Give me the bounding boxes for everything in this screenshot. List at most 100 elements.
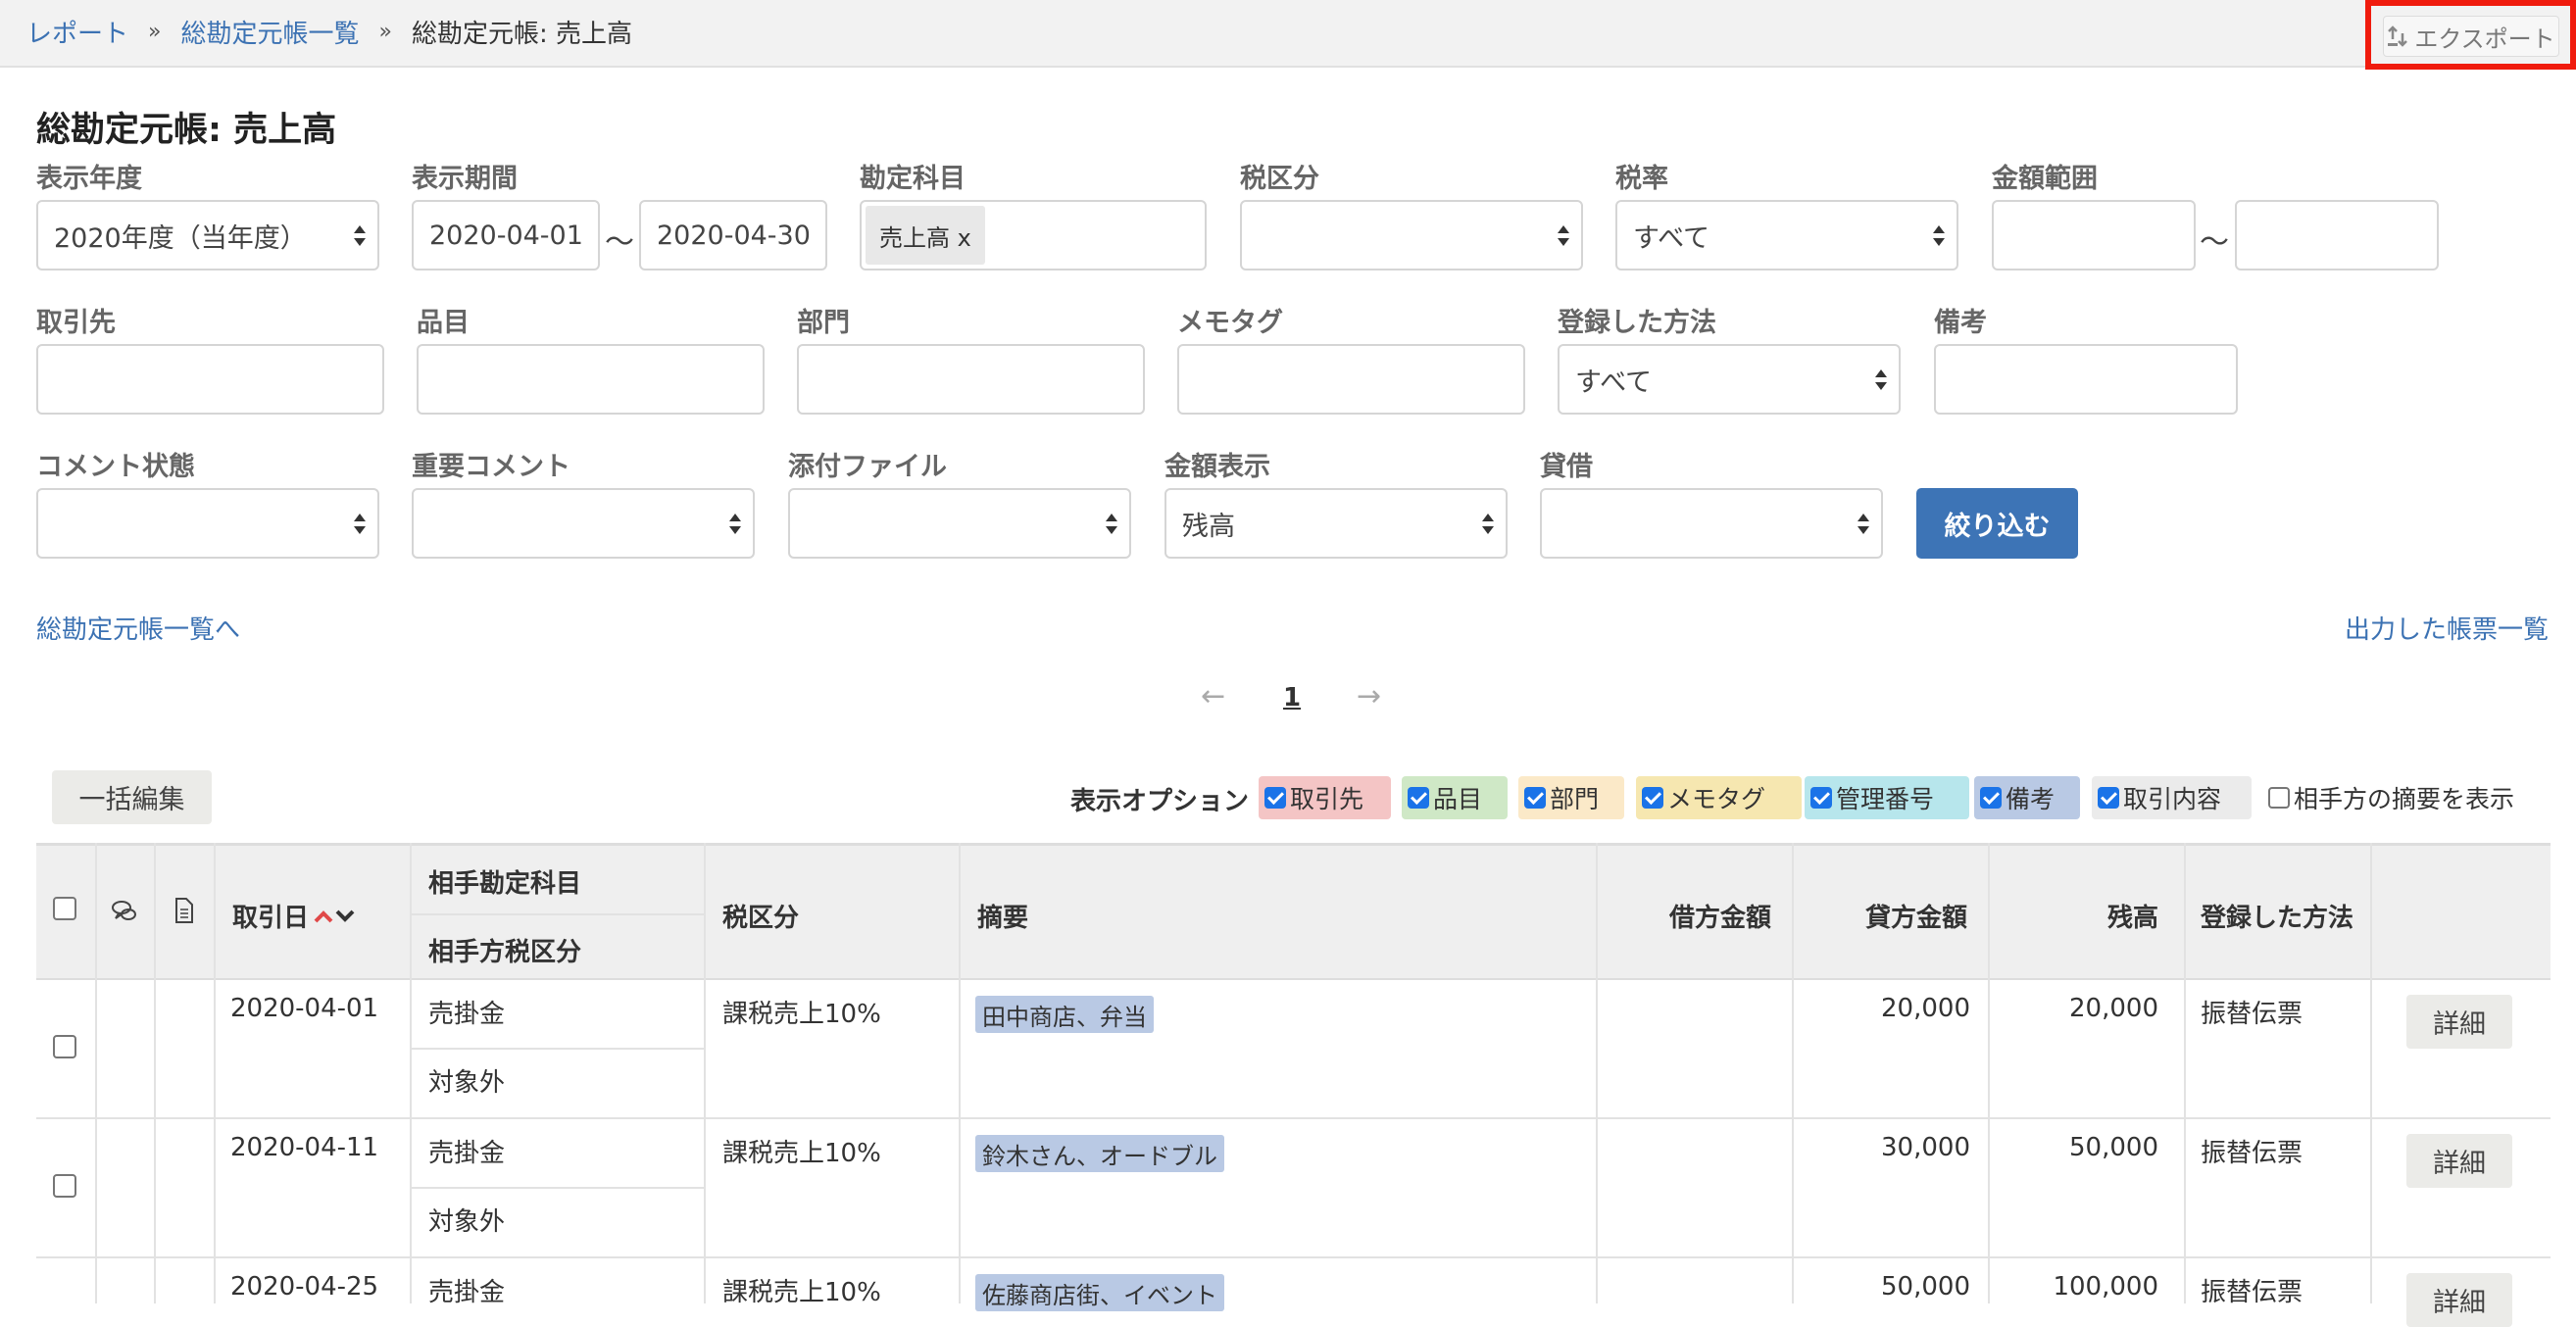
- account-label: 勘定科目: [860, 164, 966, 194]
- option-partner[interactable]: 取引先: [1259, 776, 1391, 819]
- debit-credit-select[interactable]: [1540, 488, 1883, 559]
- section-input[interactable]: [797, 344, 1145, 415]
- output-list-link[interactable]: 出力した帳票一覧: [2345, 610, 2549, 646]
- option-transaction-content-checkbox[interactable]: [2098, 787, 2119, 809]
- row-credit: 30,000: [1881, 1133, 1970, 1162]
- breadcrumb-reports-link[interactable]: レポート: [26, 14, 128, 50]
- row-balance: 100,000: [2053, 1272, 2158, 1302]
- option-transaction-content[interactable]: 取引内容: [2092, 776, 2252, 819]
- tax-category-select[interactable]: [1240, 200, 1583, 270]
- row-credit: 50,000: [1881, 1272, 1970, 1302]
- memo-tag-input[interactable]: [1177, 344, 1525, 415]
- amount-display-value: 残高: [1182, 511, 1235, 542]
- tax-rate-select[interactable]: すべて: [1615, 200, 1958, 270]
- page-title: 総勘定元帳: 売上高: [36, 111, 337, 150]
- ledger-list-link[interactable]: 総勘定元帳一覧へ: [36, 610, 240, 646]
- row-balance: 50,000: [2069, 1133, 2158, 1162]
- credit-header: 貸方金額: [1864, 904, 1967, 933]
- row-counter-tax: 対象外: [428, 1207, 506, 1237]
- amount-max-input[interactable]: [2235, 200, 2439, 270]
- pager-next-icon[interactable]: →: [1357, 679, 1381, 713]
- pager-page-1[interactable]: 1: [1283, 683, 1301, 713]
- breadcrumb-separator: »: [148, 20, 162, 44]
- debit-credit-label: 貸借: [1540, 452, 1593, 482]
- option-remarks-checkbox[interactable]: [1980, 787, 2002, 809]
- option-management-number-label: 管理番号: [1836, 785, 1935, 813]
- breadcrumb-separator: »: [378, 20, 392, 44]
- table-row: 2020-04-01 売掛金 対象外 課税売上10% 田中商店、弁当 20,00…: [36, 980, 2551, 1119]
- option-memo-tag-checkbox[interactable]: [1642, 787, 1663, 809]
- counter-account-header: 相手勘定科目: [428, 869, 582, 899]
- bulk-edit-button[interactable]: 一括編集: [52, 770, 212, 824]
- item-label: 品目: [417, 308, 470, 338]
- option-section[interactable]: 部門: [1518, 776, 1624, 819]
- date-header-label: 取引日: [232, 904, 310, 933]
- row-counter-account: 売掛金: [428, 1278, 506, 1307]
- header-divider: [410, 913, 704, 915]
- important-comment-select[interactable]: [412, 488, 755, 559]
- option-partner-checkbox[interactable]: [1264, 787, 1286, 809]
- date-header[interactable]: 取引日: [232, 898, 356, 934]
- register-method-select[interactable]: すべて: [1558, 344, 1901, 415]
- debit-header: 借方金額: [1668, 904, 1771, 933]
- remarks-input[interactable]: [1934, 344, 2238, 415]
- section-label: 部門: [797, 308, 850, 338]
- row-memo-tag: 田中商店、弁当: [975, 996, 1154, 1033]
- export-highlight: エクスポート: [2365, 0, 2576, 70]
- option-counterpart-memo-label: 相手方の摘要を表示: [2294, 785, 2515, 813]
- option-management-number-checkbox[interactable]: [1810, 787, 1832, 809]
- sort-asc-icon[interactable]: [313, 909, 334, 924]
- row-checkbox[interactable]: [53, 1174, 76, 1198]
- option-memo-tag-label: メモタグ: [1667, 785, 1766, 813]
- comment-status-select[interactable]: [36, 488, 379, 559]
- partner-input[interactable]: [36, 344, 384, 415]
- option-item-checkbox[interactable]: [1408, 787, 1429, 809]
- fiscal-year-select[interactable]: 2020年度（当年度）: [36, 200, 379, 270]
- row-register-method: 振替伝票: [2201, 1278, 2304, 1307]
- row-date: 2020-04-11: [230, 1133, 379, 1162]
- row-detail-button[interactable]: 詳細: [2406, 1134, 2512, 1188]
- sort-desc-icon[interactable]: [334, 909, 356, 924]
- option-counterpart-memo-checkbox[interactable]: [2268, 787, 2290, 809]
- row-memo-tag: 鈴木さん、オードブル: [975, 1135, 1224, 1172]
- row-detail-button[interactable]: 詳細: [2406, 1273, 2512, 1327]
- amount-min-input[interactable]: [1992, 200, 2196, 270]
- select-all-checkbox[interactable]: [53, 897, 76, 920]
- account-input[interactable]: 売上高 x: [860, 200, 1207, 270]
- important-comment-label: 重要コメント: [412, 452, 570, 482]
- option-management-number[interactable]: 管理番号: [1805, 776, 1969, 819]
- cell-divider: [410, 1187, 704, 1189]
- period-to-input[interactable]: 2020-04-30: [639, 200, 827, 270]
- option-counterpart-memo[interactable]: 相手方の摘要を表示: [2262, 776, 2527, 819]
- row-credit: 20,000: [1881, 994, 1970, 1023]
- account-tag-sales[interactable]: 売上高 x: [866, 206, 985, 265]
- register-method-header: 登録した方法: [2201, 904, 2354, 933]
- attachment-select[interactable]: [788, 488, 1131, 559]
- filter-submit-button[interactable]: 絞り込む: [1916, 488, 2078, 559]
- tax-rate-label: 税率: [1615, 164, 1668, 194]
- counter-tax-header: 相手方税区分: [428, 938, 582, 967]
- period-from-input[interactable]: 2020-04-01: [412, 200, 600, 270]
- description-header: 摘要: [977, 904, 1029, 933]
- attachment-file-icon: [175, 898, 193, 923]
- pager-prev-icon[interactable]: ←: [1201, 679, 1225, 713]
- top-bar: レポート » 総勘定元帳一覧 » 総勘定元帳: 売上高 エクスポート: [0, 0, 2576, 70]
- fiscal-year-value: 2020年度（当年度）: [54, 222, 307, 254]
- item-input[interactable]: [417, 344, 765, 415]
- option-memo-tag[interactable]: メモタグ: [1636, 776, 1802, 819]
- row-checkbox[interactable]: [53, 1035, 76, 1058]
- row-detail-button[interactable]: 詳細: [2406, 995, 2512, 1049]
- option-section-checkbox[interactable]: [1524, 787, 1546, 809]
- option-partner-label: 取引先: [1290, 785, 1364, 813]
- option-remarks-label: 備考: [2006, 785, 2056, 813]
- option-remarks[interactable]: 備考: [1974, 776, 2080, 819]
- breadcrumb-ledger-list-link[interactable]: 総勘定元帳一覧: [180, 14, 359, 50]
- amount-display-select[interactable]: 残高: [1164, 488, 1508, 559]
- partner-label: 取引先: [36, 308, 116, 338]
- row-date: 2020-04-25: [230, 1272, 379, 1302]
- memo-tag-label: メモタグ: [1177, 308, 1283, 338]
- amount-range-label: 金額範囲: [1992, 164, 2098, 194]
- option-item[interactable]: 品目: [1402, 776, 1508, 819]
- export-button[interactable]: エクスポート: [2383, 16, 2559, 57]
- amount-range-separator: 〜: [2200, 225, 2229, 260]
